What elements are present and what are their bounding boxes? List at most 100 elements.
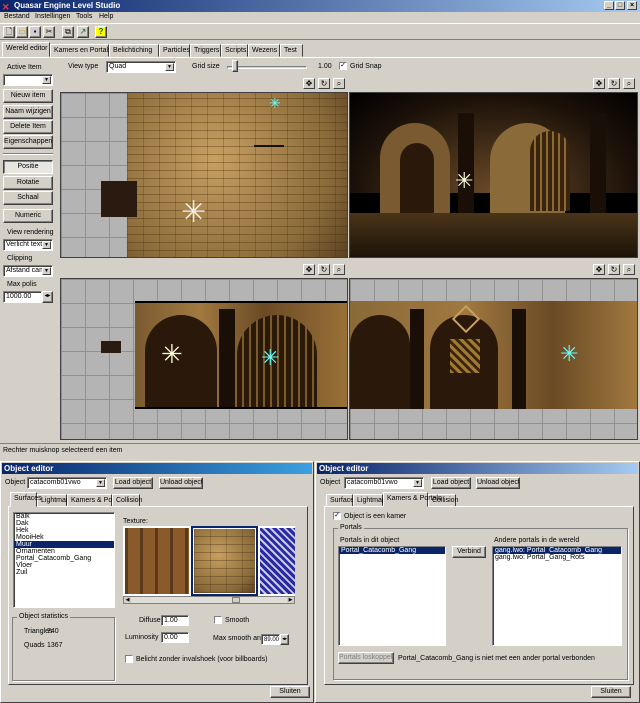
delete-item-button[interactable]: Delete Item: [3, 120, 53, 134]
sluiten-button[interactable]: Sluiten: [591, 686, 631, 698]
list-item[interactable]: Balk: [14, 513, 114, 520]
list-item[interactable]: Ornamenten: [14, 548, 114, 555]
zoom-icon[interactable]: ⌕: [333, 264, 345, 275]
tab-kamers-portals[interactable]: Kamers en Portals: [50, 44, 112, 57]
view-rendering-select[interactable]: Verlicht textu ▼: [3, 239, 53, 251]
list-item-selected[interactable]: gang.lwo: Portal_Catacomb_Gang: [493, 547, 621, 554]
new-file-icon[interactable]: 🗋: [3, 26, 15, 38]
spin-icon[interactable]: ◂▸: [42, 291, 53, 303]
luminosity-input[interactable]: 0.00: [161, 632, 189, 643]
rotate-icon[interactable]: ↻: [608, 78, 620, 89]
rotatie-button[interactable]: Rotatie: [3, 176, 53, 190]
cut-icon[interactable]: ✂: [43, 26, 55, 38]
naam-wijzigen-button[interactable]: Naam wijzigen: [3, 105, 53, 119]
list-item[interactable]: Zuil: [14, 569, 114, 576]
window-icon[interactable]: ⧉: [62, 26, 74, 38]
menu-instellingen[interactable]: Instellingen: [35, 13, 70, 20]
other-portals-list[interactable]: gang.lwo: Portal_Catacomb_Gang gang.lwo:…: [492, 546, 622, 646]
move-icon[interactable]: ✥: [593, 264, 605, 275]
load-object-button[interactable]: Load object: [431, 477, 471, 489]
billboard-checkbox[interactable]: [125, 655, 133, 663]
active-item-select[interactable]: ▼: [3, 74, 53, 86]
max-smooth-input[interactable]: 89.00: [261, 634, 280, 645]
viewport-side[interactable]: ✳: [349, 278, 638, 440]
tab-scripts[interactable]: Scripts: [221, 44, 248, 57]
zoom-icon[interactable]: ⌕: [623, 264, 635, 275]
object-select[interactable]: catacomb01vwo ▼: [344, 477, 424, 489]
texture-scrollbar[interactable]: ◀ ▶: [123, 596, 295, 604]
move-icon[interactable]: ✥: [303, 78, 315, 89]
clipping-select[interactable]: Afstand came ▼: [3, 265, 53, 277]
maximize-button[interactable]: □: [615, 1, 625, 10]
close-button[interactable]: ×: [627, 1, 637, 10]
diffuse-input[interactable]: 1.00: [161, 615, 189, 626]
portals-loskoppelen-button[interactable]: Portals loskoppelen: [338, 652, 394, 664]
smooth-checkbox[interactable]: [214, 616, 222, 624]
scroll-thumb[interactable]: [232, 597, 240, 603]
tab-triggers[interactable]: Triggers: [190, 44, 221, 57]
tab-belichting[interactable]: Belichtiching: [109, 44, 159, 57]
object-select[interactable]: catacomb01vwo ▼: [27, 477, 107, 489]
billboard-label: Belicht zonder invalshoek (voor billboar…: [136, 656, 268, 663]
minimize-button[interactable]: _: [604, 1, 614, 10]
list-item[interactable]: Portal_Catacomb_Gang: [14, 555, 114, 562]
menu-help[interactable]: Help: [99, 13, 113, 20]
list-item[interactable]: Hek: [14, 527, 114, 534]
grid-snap-checkbox[interactable]: ✓: [339, 62, 347, 70]
spin-icon[interactable]: ◂▸: [280, 634, 289, 645]
zoom-icon[interactable]: ⌕: [333, 78, 345, 89]
list-item[interactable]: MooiHek: [14, 534, 114, 541]
texture-ornament[interactable]: [260, 528, 295, 594]
move-icon[interactable]: ✥: [593, 78, 605, 89]
list-item[interactable]: gang.lwo: Portal_Gang_Rots: [493, 554, 621, 561]
menu-bestand[interactable]: Bestand: [4, 13, 30, 20]
verbind-button[interactable]: Verbind: [452, 546, 486, 558]
help-icon[interactable]: ?: [95, 26, 107, 38]
grid-size-slider[interactable]: [232, 60, 238, 72]
zoom-icon[interactable]: ⌕: [623, 78, 635, 89]
max-polis-input[interactable]: 1000.00: [3, 291, 42, 303]
tab-wezens[interactable]: Wezens: [248, 44, 280, 57]
load-object-button[interactable]: Load object: [113, 477, 153, 489]
is-room-checkbox[interactable]: ✓: [333, 512, 341, 520]
tab-surfaces[interactable]: Surfaces: [10, 492, 42, 507]
view-type-select[interactable]: Quad ▼: [106, 61, 176, 73]
viewport-top[interactable]: ✳ ✳: [60, 92, 348, 258]
open-folder-icon[interactable]: ▭: [16, 26, 28, 38]
tab-wereld-editor[interactable]: Wereld editor: [2, 42, 50, 57]
unload-object-button[interactable]: Unload object: [476, 477, 520, 489]
portals-in-object-list[interactable]: Portal_Catacomb_Gang: [338, 546, 446, 646]
sluiten-button[interactable]: Sluiten: [270, 686, 310, 698]
numeric-button[interactable]: Numeric: [3, 209, 53, 223]
export-icon[interactable]: ↗: [77, 26, 89, 38]
save-icon[interactable]: ▪: [29, 26, 41, 38]
tab-kamers-portals[interactable]: Kamers & Portals: [383, 492, 441, 507]
viewport-front[interactable]: ✳ ✳: [60, 278, 348, 440]
eigenschappen-button[interactable]: Eigenschappen: [3, 135, 53, 149]
surfaces-list[interactable]: Balk Dak Hek MooiHek Muur Ornamenten Por…: [13, 512, 115, 608]
menu-tools[interactable]: Tools: [76, 13, 92, 20]
object-editor-titlebar[interactable]: Object editor: [2, 463, 312, 474]
rotate-icon[interactable]: ↻: [318, 78, 330, 89]
list-item[interactable]: Vloer: [14, 562, 114, 569]
rotate-icon[interactable]: ↻: [608, 264, 620, 275]
list-item-selected[interactable]: Muur: [14, 541, 114, 548]
scroll-left-icon[interactable]: ◀: [124, 597, 131, 603]
texture-door[interactable]: [125, 528, 189, 594]
texture-wall[interactable]: [194, 529, 255, 593]
schaal-button[interactable]: Schaal: [3, 191, 53, 205]
tab-particles[interactable]: Particles: [159, 44, 190, 57]
scroll-right-icon[interactable]: ▶: [287, 597, 294, 603]
rotate-icon[interactable]: ↻: [318, 264, 330, 275]
nieuw-item-button[interactable]: Nieuw item: [3, 89, 53, 103]
object-editor-titlebar[interactable]: Object editor: [317, 463, 638, 474]
list-item-selected[interactable]: Portal_Catacomb_Gang: [339, 547, 445, 554]
main-titlebar[interactable]: ✕ Quasar Engine Level Studio _ □ ×: [0, 0, 640, 12]
list-item[interactable]: Dak: [14, 520, 114, 527]
move-icon[interactable]: ✥: [303, 264, 315, 275]
positie-button[interactable]: Positie: [3, 160, 53, 174]
viewport-perspective[interactable]: ✳: [349, 92, 638, 258]
texture-strip[interactable]: [123, 526, 295, 596]
tab-test[interactable]: Test: [280, 44, 303, 57]
unload-object-button[interactable]: Unload object: [159, 477, 203, 489]
